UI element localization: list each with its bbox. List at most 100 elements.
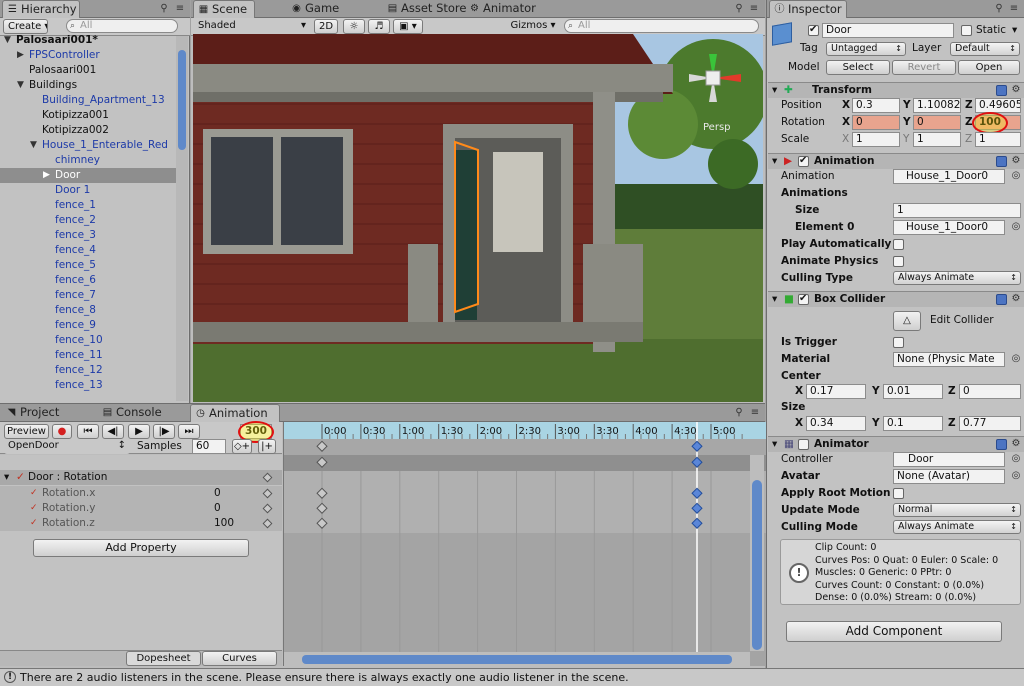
create-button[interactable]: Create ▾ xyxy=(3,19,48,34)
curves-button[interactable]: Curves xyxy=(202,651,277,666)
hierarchy-item[interactable]: fence_8 xyxy=(0,303,176,318)
group-key-diamond-icon[interactable] xyxy=(262,472,273,483)
is-trigger-checkbox[interactable] xyxy=(893,337,904,348)
foldout-arrow-icon[interactable]: ▾ xyxy=(772,292,777,307)
panel-menu-icon[interactable]: ≡ xyxy=(174,3,186,15)
clip-dropdown[interactable]: OpenDoor ↕ xyxy=(4,439,130,454)
element-0-field[interactable]: House_1_Door0 xyxy=(893,220,1005,235)
prev-key-button[interactable]: ◀| xyxy=(102,424,124,439)
foldout-arrow-icon[interactable]: ▾ xyxy=(772,437,777,452)
add-event-button[interactable]: |+ xyxy=(258,439,276,454)
animations-size-field[interactable]: 1 xyxy=(893,203,1021,218)
gear-icon[interactable]: ⚙ xyxy=(1010,438,1022,450)
property-group-row[interactable]: ▾ ✓ Door : Rotation xyxy=(0,470,282,485)
hierarchy-item[interactable]: fence_5 xyxy=(0,258,176,273)
object-picker-icon[interactable]: ◎ xyxy=(1010,353,1022,365)
scale-x-field[interactable]: 1 xyxy=(852,132,900,147)
size-z-field[interactable]: 0.77 xyxy=(959,416,1021,431)
hierarchy-item[interactable]: fence_3 xyxy=(0,228,176,243)
expanded-arrow-icon[interactable]: ▼ xyxy=(4,33,11,48)
expand-arrow-icon[interactable]: ▾ xyxy=(4,470,9,485)
hierarchy-scrollbar[interactable] xyxy=(176,36,188,401)
help-book-icon[interactable] xyxy=(996,85,1007,96)
hierarchy-item[interactable]: Kotipizza002 xyxy=(0,123,176,138)
scale-y-field[interactable]: 1 xyxy=(913,132,961,147)
tab-scene[interactable]: ▦ Scene xyxy=(193,0,255,18)
animation-component-header[interactable]: ▾ ▶ Animation ⚙ xyxy=(768,153,1024,169)
hierarchy-item[interactable]: fence_11 xyxy=(0,348,176,363)
key-diamond-icon[interactable] xyxy=(262,503,273,514)
model-open-button[interactable]: Open xyxy=(958,60,1020,75)
hierarchy-item[interactable]: fence_13 xyxy=(0,378,176,393)
key-diamond-icon[interactable] xyxy=(262,518,273,529)
property-row[interactable]: ✓ Rotation.y 0 xyxy=(0,501,282,516)
effects-dropdown[interactable]: ▣ ▾ xyxy=(393,19,423,34)
culling-type-dropdown[interactable]: Always Animate xyxy=(893,271,1021,285)
expanded-arrow-icon[interactable]: ▼ xyxy=(17,78,24,93)
scene-viewport[interactable]: Persp xyxy=(193,34,763,402)
object-picker-icon[interactable]: ◎ xyxy=(1010,470,1022,482)
object-picker-icon[interactable]: ◎ xyxy=(1010,170,1022,182)
gear-icon[interactable]: ⚙ xyxy=(1010,84,1022,96)
apply-root-motion-checkbox[interactable] xyxy=(893,488,904,499)
lock-icon[interactable]: ⚲ xyxy=(158,3,170,15)
center-x-field[interactable]: 0.17 xyxy=(806,384,866,399)
hierarchy-item[interactable]: ▼ Buildings xyxy=(0,78,176,93)
hierarchy-item[interactable]: fence_1 xyxy=(0,198,176,213)
add-keyframe-button[interactable]: ◇+ xyxy=(232,439,252,454)
rotation-y-field[interactable]: 0 xyxy=(913,115,961,130)
model-select-button[interactable]: Select xyxy=(826,60,890,75)
object-picker-icon[interactable]: ◎ xyxy=(1010,221,1022,233)
layer-dropdown[interactable]: Default xyxy=(950,42,1020,56)
scene-lock-icon[interactable]: ⚲ xyxy=(733,3,745,15)
tab-asset-store[interactable]: ▤ Asset Store xyxy=(383,0,473,18)
tab-console[interactable]: ▤ Console xyxy=(98,404,178,422)
animation-clip-field[interactable]: House_1_Door0 xyxy=(893,169,1005,184)
size-y-field[interactable]: 0.1 xyxy=(883,416,943,431)
static-checkbox[interactable] xyxy=(961,25,972,36)
dopesheet-button[interactable]: Dopesheet xyxy=(126,651,201,666)
add-component-button[interactable]: Add Component xyxy=(786,621,1002,642)
center-z-field[interactable]: 0 xyxy=(959,384,1021,399)
hierarchy-item[interactable]: fence_4 xyxy=(0,243,176,258)
scale-z-field[interactable]: 1 xyxy=(975,132,1021,147)
add-property-button[interactable]: Add Property xyxy=(33,539,249,557)
hierarchy-item[interactable]: Palosaari001 xyxy=(0,63,176,78)
animator-enabled-checkbox[interactable] xyxy=(798,439,809,450)
tab-game[interactable]: ◉ Game xyxy=(287,0,347,18)
center-y-field[interactable]: 0.01 xyxy=(883,384,943,399)
hierarchy-scroll-thumb[interactable] xyxy=(178,50,186,150)
object-picker-icon[interactable]: ◎ xyxy=(1010,453,1022,465)
scene-search-input[interactable]: All xyxy=(564,19,759,33)
hierarchy-item[interactable]: fence_9 xyxy=(0,318,176,333)
hierarchy-item[interactable]: ▼ Palosaari001* xyxy=(0,33,176,48)
hierarchy-item[interactable]: fence_10 xyxy=(0,333,176,348)
hierarchy-search-input[interactable]: All xyxy=(66,19,178,33)
position-x-field[interactable]: 0.3 xyxy=(852,98,900,113)
key-diamond-icon[interactable] xyxy=(262,488,273,499)
animator-header[interactable]: ▾ ▦ Animator ⚙ xyxy=(768,436,1024,452)
gear-icon[interactable]: ⚙ xyxy=(1010,155,1022,167)
expanded-arrow-icon[interactable]: ▼ xyxy=(30,138,37,153)
foldout-arrow-icon[interactable]: ▾ xyxy=(772,154,777,169)
edit-collider-button[interactable]: △ xyxy=(893,311,921,331)
gizmos-dropdown[interactable]: Gizmos ▾ xyxy=(505,19,561,34)
transform-header[interactable]: ▾ ✚ Transform ⚙ xyxy=(768,82,1024,98)
inspector-lock-icon[interactable]: ⚲ xyxy=(993,3,1005,15)
animation-lock-icon[interactable]: ⚲ xyxy=(733,407,745,419)
next-key-button[interactable]: |▶ xyxy=(153,424,175,439)
timeline-area[interactable]: 0:00 0:30 1:00 1:30 2:00 2:30 3:00 3:30 4:00 4:30… xyxy=(283,422,766,666)
foldout-arrow-icon[interactable]: ▾ xyxy=(772,83,777,98)
gear-icon[interactable]: ⚙ xyxy=(1010,293,1022,305)
static-dropdown-icon[interactable]: ▾ xyxy=(1012,23,1017,38)
audio-toggle[interactable]: ♬ xyxy=(368,19,390,34)
shading-dropdown[interactable]: Shaded ▾ xyxy=(194,19,310,34)
hierarchy-item[interactable]: ▼ House_1_Enterable_Red xyxy=(0,138,176,153)
hierarchy-item[interactable]: fence_7 xyxy=(0,288,176,303)
scene-menu-icon[interactable]: ≡ xyxy=(748,3,760,15)
animation-menu-icon[interactable]: ≡ xyxy=(749,407,761,419)
preview-button[interactable]: Preview xyxy=(4,424,49,439)
box-collider-header[interactable]: ▾ ■ Box Collider ⚙ xyxy=(768,291,1024,307)
position-z-field[interactable]: 0.49605 xyxy=(975,98,1021,113)
animation-enabled-checkbox[interactable] xyxy=(798,155,809,167)
